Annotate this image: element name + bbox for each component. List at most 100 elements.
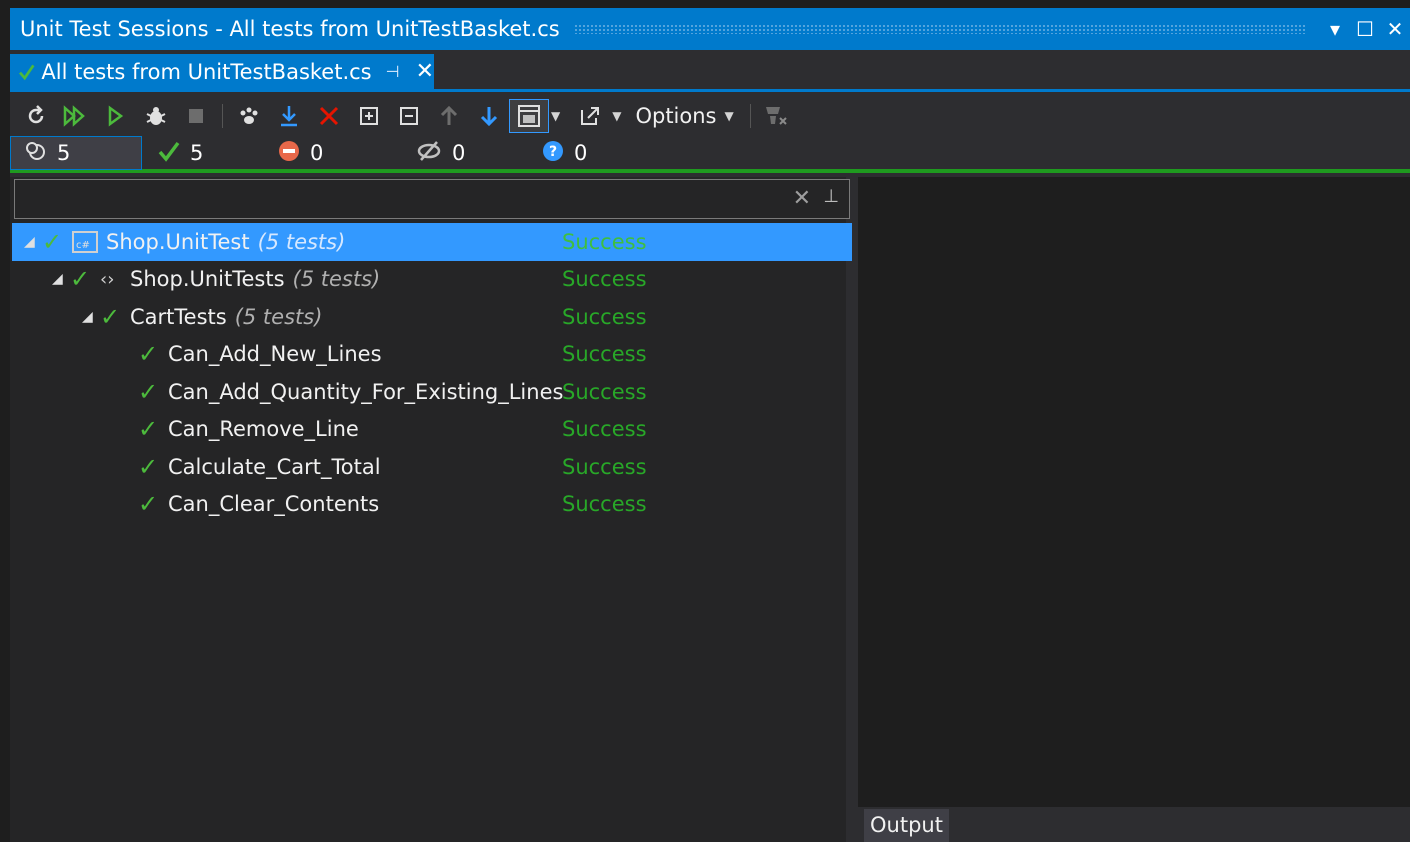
repeat-previous-run-icon[interactable]: [16, 99, 56, 133]
node-status: Success: [562, 304, 647, 329]
success-check-icon: ✓: [138, 452, 159, 481]
run-all-icon[interactable]: [56, 99, 96, 133]
close-tab-icon[interactable]: ✕: [416, 59, 434, 84]
tree-node-test[interactable]: ✓ Calculate_Cart_Total Success: [12, 448, 852, 486]
group-by-project-icon[interactable]: [509, 99, 549, 133]
svg-text:?: ?: [549, 144, 557, 160]
node-name: CartTests: [130, 304, 227, 329]
unknown-question-icon: ?: [542, 140, 564, 167]
previous-failed-arrow-up-icon[interactable]: [429, 99, 469, 133]
toolbar-separator: [749, 104, 751, 128]
options-button[interactable]: Options: [635, 104, 716, 128]
group-by-dropdown-icon[interactable]: ▼: [551, 109, 560, 123]
success-check-icon: ✓: [138, 340, 159, 369]
all-tests-icon: [25, 140, 47, 167]
export-dropdown-icon[interactable]: ▼: [612, 109, 621, 123]
close-icon[interactable]: ✕: [1380, 17, 1410, 41]
failed-count: 0: [310, 141, 324, 165]
import-download-icon[interactable]: [269, 99, 309, 133]
expand-triangle-icon[interactable]: ◢: [82, 309, 100, 325]
options-dropdown-icon[interactable]: ▼: [725, 109, 734, 123]
track-paw-icon[interactable]: [229, 99, 269, 133]
window-menu-icon[interactable]: ▾: [1320, 17, 1350, 41]
success-check-icon: ✓: [138, 490, 159, 519]
success-check-icon: ✓: [100, 302, 121, 331]
passed-count: 5: [190, 141, 204, 165]
node-name: Can_Clear_Contents: [168, 492, 380, 517]
node-name: Can_Remove_Line: [168, 417, 359, 442]
node-status: Success: [562, 229, 647, 254]
unit-test-sessions-window: Unit Test Sessions - All tests from Unit…: [10, 8, 1410, 842]
expand-all-icon[interactable]: [349, 99, 389, 133]
node-status: Success: [562, 492, 647, 517]
session-tab-strip: All tests from UnitTestBasket.cs ⊣ ✕: [10, 50, 1410, 92]
csharp-project-icon: c#: [72, 230, 98, 253]
success-check-icon: ✓: [42, 227, 63, 256]
node-name: Can_Add_New_Lines: [168, 342, 382, 367]
success-check-icon: ✓: [70, 265, 91, 294]
node-status: Success: [562, 417, 647, 442]
session-tab[interactable]: All tests from UnitTestBasket.cs ⊣ ✕: [10, 54, 434, 89]
ignored-icon: [416, 140, 442, 167]
expand-triangle-icon[interactable]: ◢: [52, 271, 70, 287]
success-check-icon: ✓: [138, 415, 159, 444]
expand-triangle-icon[interactable]: ◢: [24, 234, 42, 250]
toolbar-separator: [222, 104, 223, 128]
success-check-icon: [18, 64, 35, 80]
unknown-count: 0: [574, 141, 588, 165]
node-status: Success: [562, 267, 647, 292]
node-status: Success: [562, 454, 647, 479]
total-count: 5: [57, 141, 71, 165]
node-test-count: (5 tests): [257, 229, 346, 254]
passed-tests-filter[interactable]: 5: [142, 136, 272, 170]
coverage-icon[interactable]: [757, 99, 797, 133]
success-check-icon: ✓: [138, 377, 159, 406]
namespace-icon: ‹›: [100, 268, 115, 290]
session-tab-label: All tests from UnitTestBasket.cs: [41, 59, 372, 84]
ignored-tests-filter[interactable]: 0: [404, 136, 534, 170]
test-tree: ◢ ✓ c# Shop.UnitTest (5 tests) Success ◢…: [12, 223, 852, 523]
test-output-pane: [858, 177, 1410, 842]
failed-icon: [278, 140, 300, 167]
next-failed-arrow-down-icon[interactable]: [469, 99, 509, 133]
node-name: Shop.UnitTest: [106, 229, 250, 254]
tree-node-class[interactable]: ◢ ✓ CartTests (5 tests) Success: [12, 298, 852, 336]
node-name: Can_Add_Quantity_For_Existing_Lines: [168, 379, 564, 404]
node-status: Success: [562, 342, 647, 367]
tree-node-project[interactable]: ◢ ✓ c# Shop.UnitTest (5 tests) Success: [12, 223, 852, 261]
output-tab[interactable]: Output: [864, 809, 949, 842]
failed-tests-filter[interactable]: 0: [272, 136, 404, 170]
output-tab-strip: Output: [858, 807, 1410, 842]
clear-search-icon[interactable]: ✕: [793, 186, 811, 211]
node-test-count: (5 tests): [234, 304, 323, 329]
passed-check-icon: [158, 140, 180, 167]
title-grip[interactable]: [573, 24, 1306, 34]
ignored-count: 0: [452, 141, 466, 165]
node-name: Shop.UnitTests: [130, 267, 285, 292]
node-status: Success: [562, 379, 647, 404]
window-title: Unit Test Sessions - All tests from Unit…: [20, 17, 560, 41]
maximize-icon[interactable]: ☐: [1350, 17, 1380, 41]
export-icon[interactable]: [570, 99, 610, 133]
test-toolbar: ▼ ▼ Options ▼: [10, 95, 1410, 137]
test-tree-pane: ✕ ⊥ ◢ ✓ c# Shop.UnitTest (5 tests) Succe…: [10, 177, 852, 842]
tree-node-test[interactable]: ✓ Can_Add_Quantity_For_Existing_Lines Su…: [12, 373, 852, 411]
title-bar[interactable]: Unit Test Sessions - All tests from Unit…: [10, 8, 1410, 50]
node-test-count: (5 tests): [292, 267, 381, 292]
debug-bug-icon[interactable]: [136, 99, 176, 133]
tree-node-test[interactable]: ✓ Can_Add_New_Lines Success: [12, 336, 852, 374]
collapse-all-icon[interactable]: [389, 99, 429, 133]
stop-icon[interactable]: [176, 99, 216, 133]
remove-icon[interactable]: [309, 99, 349, 133]
tree-node-test[interactable]: ✓ Can_Remove_Line Success: [12, 411, 852, 449]
total-tests-filter[interactable]: 5: [10, 136, 142, 170]
tree-node-namespace[interactable]: ◢ ✓ ‹› Shop.UnitTests (5 tests) Success: [12, 261, 852, 299]
node-name: Calculate_Cart_Total: [168, 454, 381, 479]
pin-tab-icon[interactable]: ⊣: [386, 62, 400, 81]
tree-node-test[interactable]: ✓ Can_Clear_Contents Success: [12, 486, 852, 524]
search-input[interactable]: ✕ ⊥: [14, 179, 850, 219]
run-icon[interactable]: [96, 99, 136, 133]
pin-search-icon[interactable]: ⊥: [823, 186, 839, 207]
unknown-tests-filter[interactable]: ? 0: [534, 136, 654, 170]
test-counts-bar: 5 5 0 0 ? 0: [10, 136, 1410, 173]
